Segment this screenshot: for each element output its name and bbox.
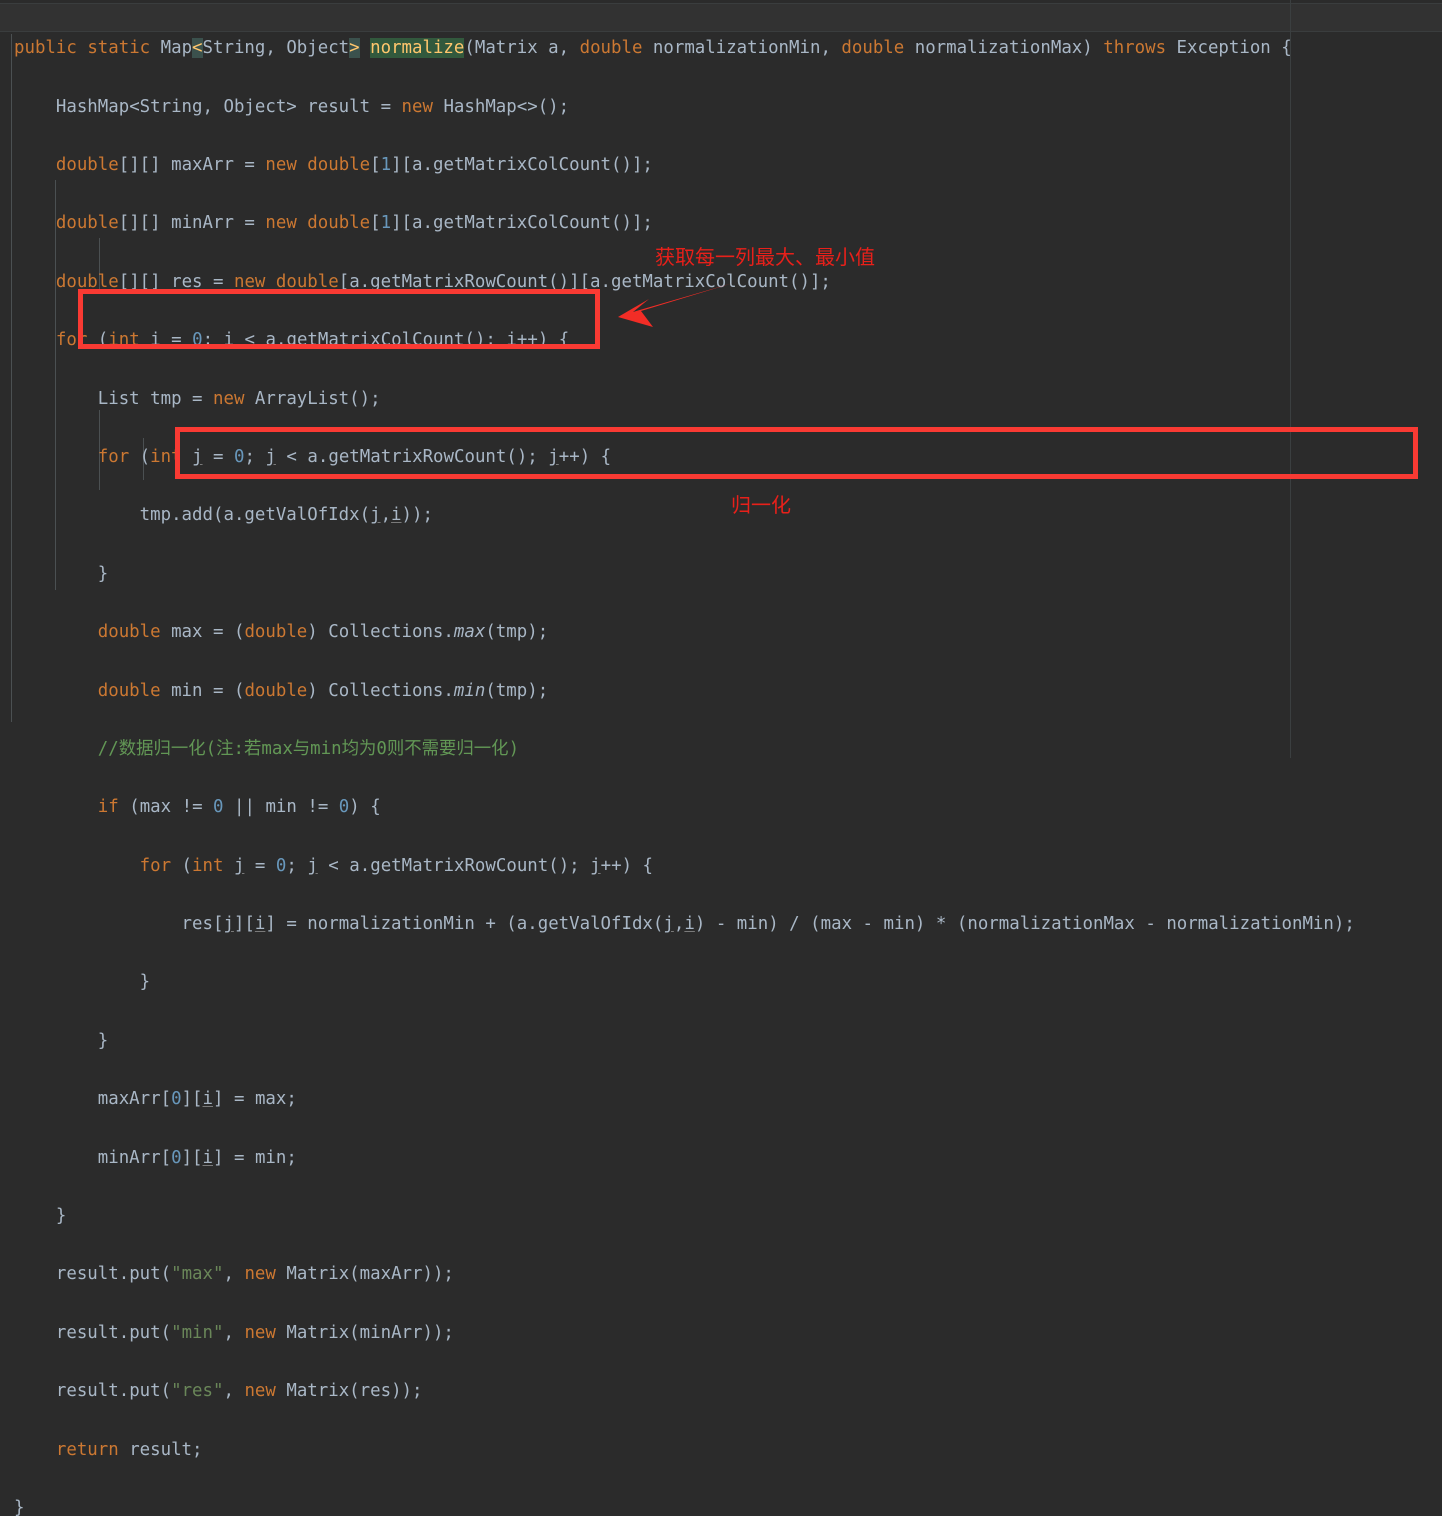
code-line-17: }: [139, 972, 151, 993]
code-line-16: res[j][i] = normalizationMin + (a.getVal…: [181, 914, 1355, 935]
code-line-6: for (int i = 0; i < a.getMatrixColCount(…: [55, 330, 570, 351]
code-line-15: for (int j = 0; j < a.getMatrixRowCount(…: [139, 855, 653, 876]
annotation-label-normalize: 归一化: [731, 493, 791, 517]
code-line-4: double[][] minArr = new double[1][a.getM…: [55, 213, 653, 234]
code-line-20: minArr[0][i] = min;: [97, 1147, 297, 1168]
code-text[interactable]: public static Map<String, Object> normal…: [0, 0, 1442, 1516]
code-line-21: }: [55, 1206, 67, 1227]
code-line-3: double[][] maxArr = new double[1][a.getM…: [55, 154, 653, 175]
code-line-19: maxArr[0][i] = max;: [97, 1089, 297, 1110]
annotation-label-max-min: 获取每一列最大、最小值: [655, 245, 875, 269]
code-line-7: List tmp = new ArrayList();: [97, 388, 381, 409]
code-editor[interactable]: public static Map<String, Object> normal…: [0, 0, 1442, 1516]
code-line-24: result.put("res", new Matrix(res));: [55, 1381, 423, 1402]
code-line-9: tmp.add(a.getValOfIdx(j,i));: [139, 505, 433, 526]
code-line-22: result.put("max", new Matrix(maxArr));: [55, 1264, 454, 1285]
code-line-18: }: [97, 1030, 109, 1051]
code-line-5: double[][] res = new double[a.getMatrixR…: [55, 271, 831, 292]
code-line-23: result.put("min", new Matrix(minArr));: [55, 1322, 454, 1343]
code-line-8: for (int j = 0; j < a.getMatrixRowCount(…: [97, 446, 612, 467]
code-line-25: return result;: [55, 1439, 203, 1460]
code-line-2: HashMap<String, Object> result = new Has…: [55, 96, 570, 117]
code-line-14: if (max != 0 || min != 0) {: [97, 797, 381, 818]
code-line-26: }: [14, 1497, 25, 1516]
code-line-12: double min = (double) Collections.min(tm…: [97, 680, 549, 701]
code-line-11: double max = (double) Collections.max(tm…: [97, 622, 549, 643]
code-line-13: //数据归一化(注:若max与min均为0则不需要归一化): [14, 738, 520, 759]
code-line-10: }: [97, 563, 109, 584]
code-line-1: public static Map<String, Object> normal…: [14, 38, 1292, 59]
